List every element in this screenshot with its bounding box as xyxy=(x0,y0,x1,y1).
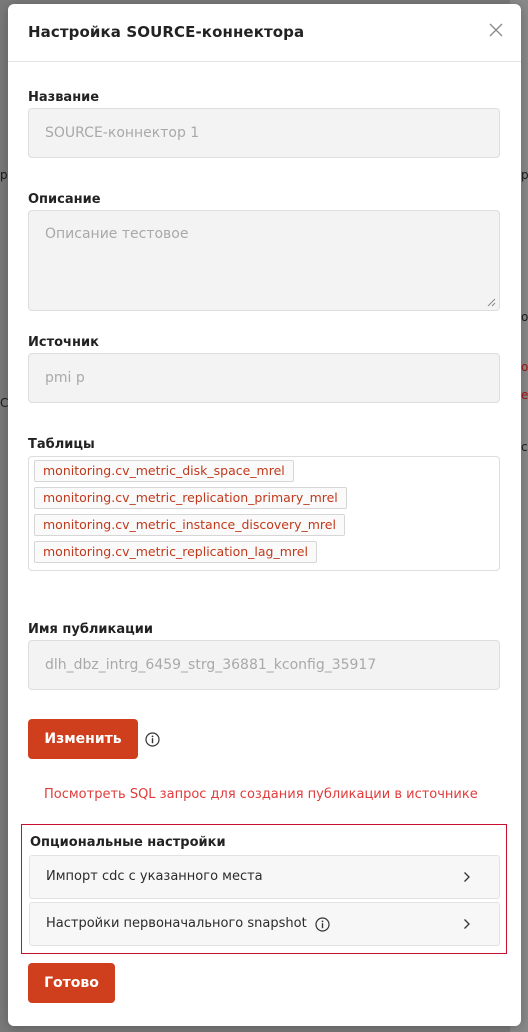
cdc-import-label: Импорт cdc с указанного места xyxy=(46,869,263,884)
tables-label: Таблицы xyxy=(28,437,95,452)
table-tag[interactable]: monitoring.cv_metric_instance_discovery_… xyxy=(34,514,345,536)
info-icon[interactable] xyxy=(315,917,330,932)
resize-grip-icon[interactable] xyxy=(487,298,496,307)
publication-field[interactable]: dlh_dbz_intrg_6459_strg_36881_kconfig_35… xyxy=(28,640,500,690)
background-fragment: р xyxy=(521,168,528,182)
name-field[interactable]: SOURCE-коннектор 1 xyxy=(28,108,500,158)
connector-settings-modal: Настройка SOURCE-коннектора Название SOU… xyxy=(8,4,521,1026)
cdc-import-row[interactable]: Импорт cdc с указанного места xyxy=(29,855,500,899)
source-value: pmi p xyxy=(45,370,85,386)
background-fragment: р xyxy=(0,168,8,182)
snapshot-settings-label: Настройки первоначального snapshot xyxy=(46,916,307,931)
snapshot-settings-row[interactable]: Настройки первоначального snapshot xyxy=(29,902,500,946)
description-label: Описание xyxy=(28,192,101,207)
source-field[interactable]: pmi p xyxy=(28,353,500,403)
publication-value: dlh_dbz_intrg_6459_strg_36881_kconfig_35… xyxy=(45,657,377,673)
optional-settings-title: Опциональные настройки xyxy=(30,835,226,850)
background-fragment: с xyxy=(521,440,528,454)
table-tag[interactable]: monitoring.cv_metric_replication_primary… xyxy=(34,487,347,509)
close-icon[interactable] xyxy=(487,21,505,39)
name-label: Название xyxy=(28,90,100,105)
chevron-right-icon xyxy=(464,872,470,882)
tables-field[interactable]: monitoring.cv_metric_disk_space_mrel mon… xyxy=(28,456,500,571)
change-button[interactable]: Изменить xyxy=(28,719,138,759)
sql-query-link[interactable]: Посмотреть SQL запрос для создания публи… xyxy=(44,787,478,802)
publication-label: Имя публикации xyxy=(28,622,153,637)
optional-settings-section: Опциональные настройки Импорт cdc с указ… xyxy=(21,824,507,954)
table-tag[interactable]: monitoring.cv_metric_replication_lag_mre… xyxy=(34,541,317,563)
modal-title: Настройка SOURCE-коннектора xyxy=(28,23,305,41)
table-tag[interactable]: monitoring.cv_metric_disk_space_mrel xyxy=(34,460,294,482)
description-field[interactable]: Описание тестовое xyxy=(28,210,500,311)
background-fragment: е xyxy=(521,388,528,402)
source-label: Источник xyxy=(28,335,99,350)
modal-header: Настройка SOURCE-коннектора xyxy=(8,4,521,62)
done-button[interactable]: Готово xyxy=(28,963,115,1003)
background-fragment: о xyxy=(521,310,528,324)
description-value: Описание тестовое xyxy=(45,226,189,242)
chevron-right-icon xyxy=(464,919,470,929)
info-icon[interactable] xyxy=(145,732,160,751)
name-value: SOURCE-коннектор 1 xyxy=(45,125,200,141)
background-fragment: о xyxy=(521,360,528,374)
